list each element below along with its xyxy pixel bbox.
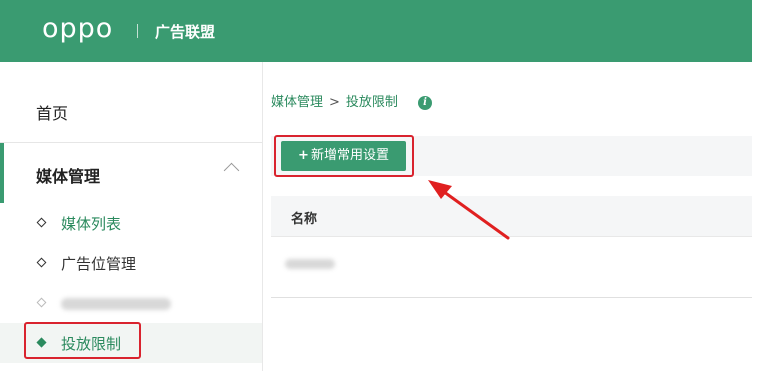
annotation-arrow (428, 180, 510, 240)
